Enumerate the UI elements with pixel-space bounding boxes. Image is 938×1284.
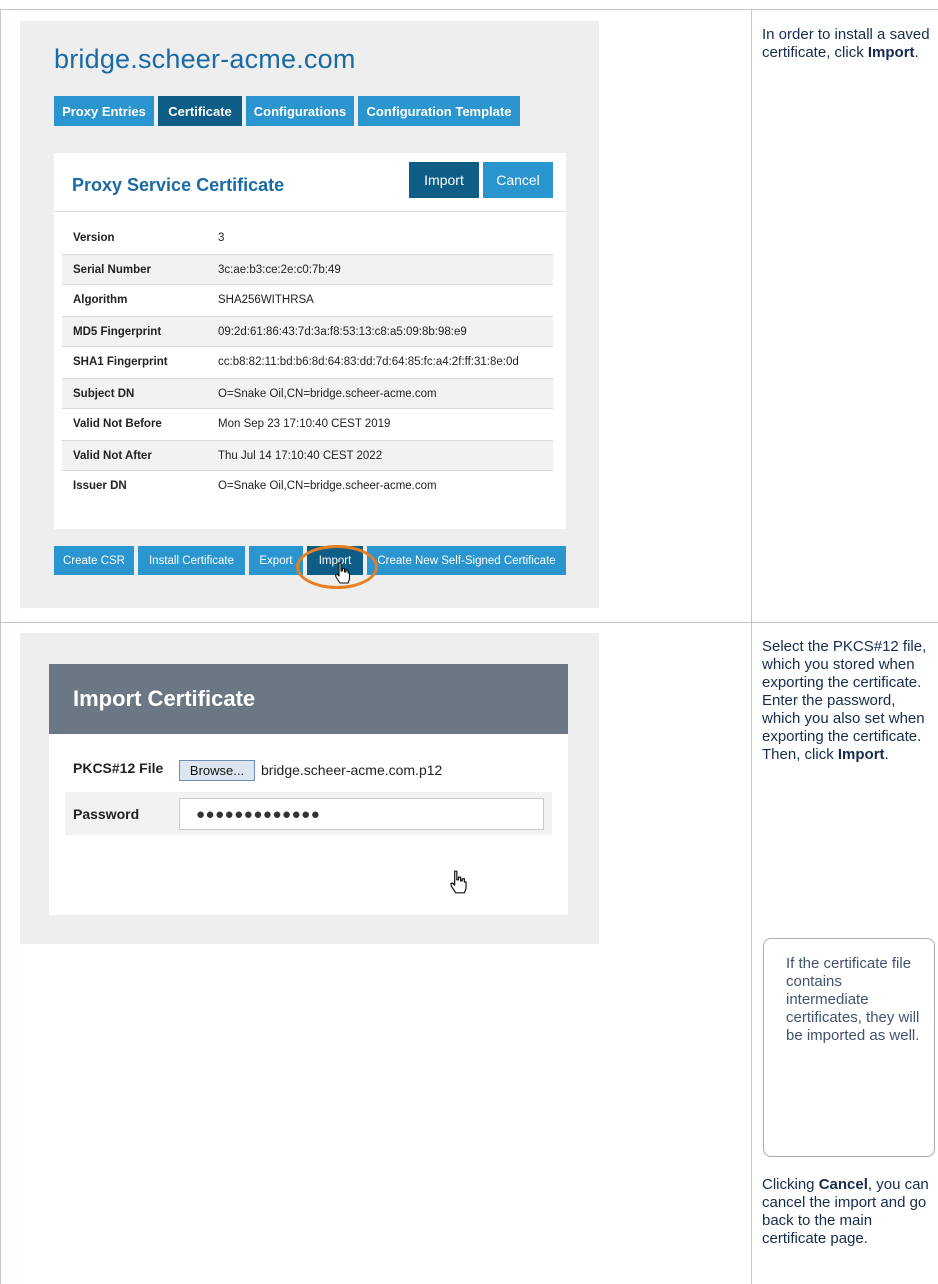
tab-proxy-entries[interactable]: Proxy Entries — [54, 96, 154, 126]
cert-row-algorithm: Algorithm SHA256WITHRSA — [62, 285, 553, 316]
card-divider — [54, 211, 566, 212]
step2-instruction-bold: Import — [837, 746, 885, 763]
row-label: Subject DN — [73, 388, 135, 400]
info-panel: If the certificate file contains interme… — [763, 938, 935, 1157]
table-top-border — [0, 9, 938, 10]
cert-row-md5-fingerprint: MD5 Fingerprint 09:2d:61:86:43:7d:3a:f8:… — [62, 316, 553, 347]
row-label: Valid Not Before — [73, 418, 162, 430]
row-value: SHA256WITHRSA — [218, 294, 314, 306]
step2-instruction: Select the PKCS#12 file, which you store… — [762, 638, 934, 764]
row-value: O=Snake Oil,CN=bridge.scheer-acme.com — [218, 388, 437, 400]
row-label: MD5 Fingerprint — [73, 326, 162, 338]
cert-row-sha1-fingerprint: SHA1 Fingerprint cc:b8:82:11:bd:b6:8d:64… — [62, 347, 553, 378]
install-certificate-button[interactable]: Install Certificate — [138, 546, 245, 575]
row-value: O=Snake Oil,CN=bridge.scheer-acme.com — [218, 480, 437, 492]
step2-instruction-text: Select the PKCS#12 file, which you store… — [762, 638, 927, 763]
import-submit-button[interactable]: Import — [409, 162, 479, 198]
row-value: cc:b8:82:11:bd:b6:8d:64:83:dd:7d:64:85:f… — [218, 356, 519, 368]
cert-row-subject-dn: Subject DN O=Snake Oil,CN=bridge.scheer-… — [62, 378, 553, 409]
create-csr-button[interactable]: Create CSR — [54, 546, 134, 575]
step1-instruction-end: . — [914, 44, 919, 61]
cert-row-valid-not-before: Valid Not Before Mon Sep 23 17:10:40 CES… — [62, 409, 553, 440]
table-row-divider — [0, 622, 938, 623]
dialog-header: Import Certificate — [49, 664, 568, 734]
tab-certificate[interactable]: Certificate — [158, 96, 242, 126]
hand-cursor-icon — [450, 870, 467, 894]
row-label: SHA1 Fingerprint — [73, 356, 168, 368]
info-panel-text: If the certificate file contains interme… — [786, 955, 920, 1044]
cancel-button[interactable]: Cancel — [483, 162, 553, 198]
card-title: Proxy Service Certificate — [72, 175, 285, 195]
table-column-divider — [751, 9, 752, 1284]
row-label: Valid Not After — [73, 450, 152, 462]
cert-row-version: Version 3 — [62, 223, 553, 254]
step2-instruction-end: . — [884, 746, 889, 763]
row-label: Issuer DN — [73, 480, 127, 492]
host-title: bridge.scheer-acme.com — [54, 44, 356, 74]
password-label: Password — [73, 806, 140, 822]
row-value: Thu Jul 14 17:10:40 CEST 2022 — [218, 450, 383, 462]
step1-instruction: In order to install a saved certificate,… — [762, 26, 934, 62]
pkcs12-file-label: PKCS#12 File — [73, 760, 164, 776]
dialog-body: PKCS#12 File Browse... bridge.scheer-acm… — [49, 734, 568, 915]
cert-row-serial-number: Serial Number 3c:ae:b3:ce:2e:c0:7b:49 — [62, 254, 553, 285]
table-left-border — [0, 9, 1, 1284]
hand-cursor-icon — [334, 562, 351, 584]
row-value: 3c:ae:b3:ce:2e:c0:7b:49 — [218, 264, 341, 276]
selected-file-name: bridge.scheer-acme.com.p12 — [261, 762, 443, 778]
row-label: Serial Number — [73, 264, 151, 276]
cert-row-issuer-dn: Issuer DN O=Snake Oil,CN=bridge.scheer-a… — [62, 471, 553, 502]
password-field[interactable]: ●●●●●●●●●●●●● — [179, 798, 544, 830]
dialog-title: Import Certificate — [73, 686, 256, 711]
cancel-instruction-pre: Clicking — [762, 1176, 819, 1193]
row-label: Algorithm — [73, 294, 128, 306]
step1-instruction-bold: Import — [867, 44, 915, 61]
pkcs12-file-row: PKCS#12 File Browse... bridge.scheer-acm… — [65, 748, 552, 784]
cancel-instruction: Clicking Cancel, you can cancel the impo… — [762, 1176, 934, 1248]
cert-row-valid-not-after: Valid Not After Thu Jul 14 17:10:40 CEST… — [62, 440, 553, 471]
browse-button[interactable]: Browse... — [179, 760, 255, 781]
row-label: Version — [73, 232, 115, 244]
certificate-details-card: Proxy Service Certificate Version 3 Seri… — [54, 153, 566, 529]
row-value: 09:2d:61:86:43:7d:3a:f8:53:13:c8:a5:09:8… — [218, 326, 467, 338]
create-self-signed-certificate-button[interactable]: Create New Self-Signed Certificate — [367, 546, 566, 575]
tab-configuration-template[interactable]: Configuration Template — [358, 96, 520, 126]
cancel-instruction-bold: Cancel — [818, 1176, 868, 1193]
row-value: Mon Sep 23 17:10:40 CEST 2019 — [218, 418, 391, 430]
tab-configurations[interactable]: Configurations — [246, 96, 354, 126]
row-value: 3 — [218, 232, 225, 244]
export-button[interactable]: Export — [249, 546, 303, 575]
password-row: Password ●●●●●●●●●●●●● — [65, 792, 552, 835]
